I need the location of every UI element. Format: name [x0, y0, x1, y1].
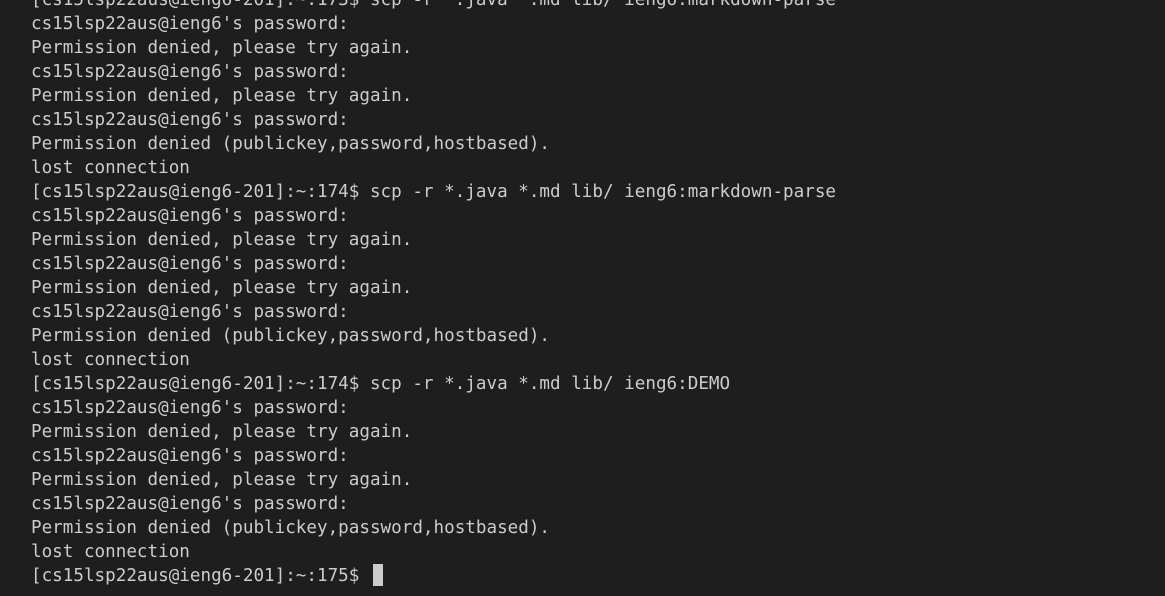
terminal-line: cs15lsp22aus@ieng6's password:	[31, 398, 349, 418]
terminal-line: Permission denied, please try again.	[31, 278, 413, 298]
terminal-line: cs15lsp22aus@ieng6's password:	[31, 110, 349, 130]
terminal-line: [cs15lsp22aus@ieng6-201]:~:174$ scp -r *…	[31, 374, 731, 394]
terminal-line: Permission denied (publickey,password,ho…	[31, 518, 551, 538]
terminal-line: Permission denied (publickey,password,ho…	[31, 134, 551, 154]
terminal-line: cs15lsp22aus@ieng6's password:	[31, 254, 349, 274]
terminal-line: cs15lsp22aus@ieng6's password:	[31, 14, 349, 34]
terminal-line: Permission denied (publickey,password,ho…	[31, 326, 551, 346]
terminal-window[interactable]: [cs15lsp22aus@ieng6-201]:~:173$ scp -r *…	[0, 0, 1165, 596]
terminal-line: [cs15lsp22aus@ieng6-201]:~:173$ scp -r *…	[31, 0, 837, 10]
terminal-line: Permission denied, please try again.	[31, 38, 413, 58]
terminal-line: lost connection	[31, 350, 190, 370]
terminal-line: cs15lsp22aus@ieng6's password:	[31, 62, 349, 82]
terminal-line: lost connection	[31, 542, 190, 562]
terminal-line: cs15lsp22aus@ieng6's password:	[31, 446, 349, 466]
terminal-line: cs15lsp22aus@ieng6's password:	[31, 494, 349, 514]
terminal-line: Permission denied, please try again.	[31, 86, 413, 106]
terminal-line: lost connection	[31, 158, 190, 178]
terminal-output: [cs15lsp22aus@ieng6-201]:~:173$ scp -r *…	[31, 0, 836, 588]
terminal-line: Permission denied, please try again.	[31, 422, 413, 442]
terminal-prompt: [cs15lsp22aus@ieng6-201]:~:175$	[31, 566, 370, 586]
terminal-line: cs15lsp22aus@ieng6's password:	[31, 206, 349, 226]
terminal-line: cs15lsp22aus@ieng6's password:	[31, 302, 349, 322]
terminal-prompt-line[interactable]: [cs15lsp22aus@ieng6-201]:~:175$	[31, 564, 836, 588]
text-cursor	[372, 564, 383, 586]
terminal-line: Permission denied, please try again.	[31, 230, 413, 250]
terminal-line: Permission denied, please try again.	[31, 470, 413, 490]
terminal-line: [cs15lsp22aus@ieng6-201]:~:174$ scp -r *…	[31, 182, 837, 202]
